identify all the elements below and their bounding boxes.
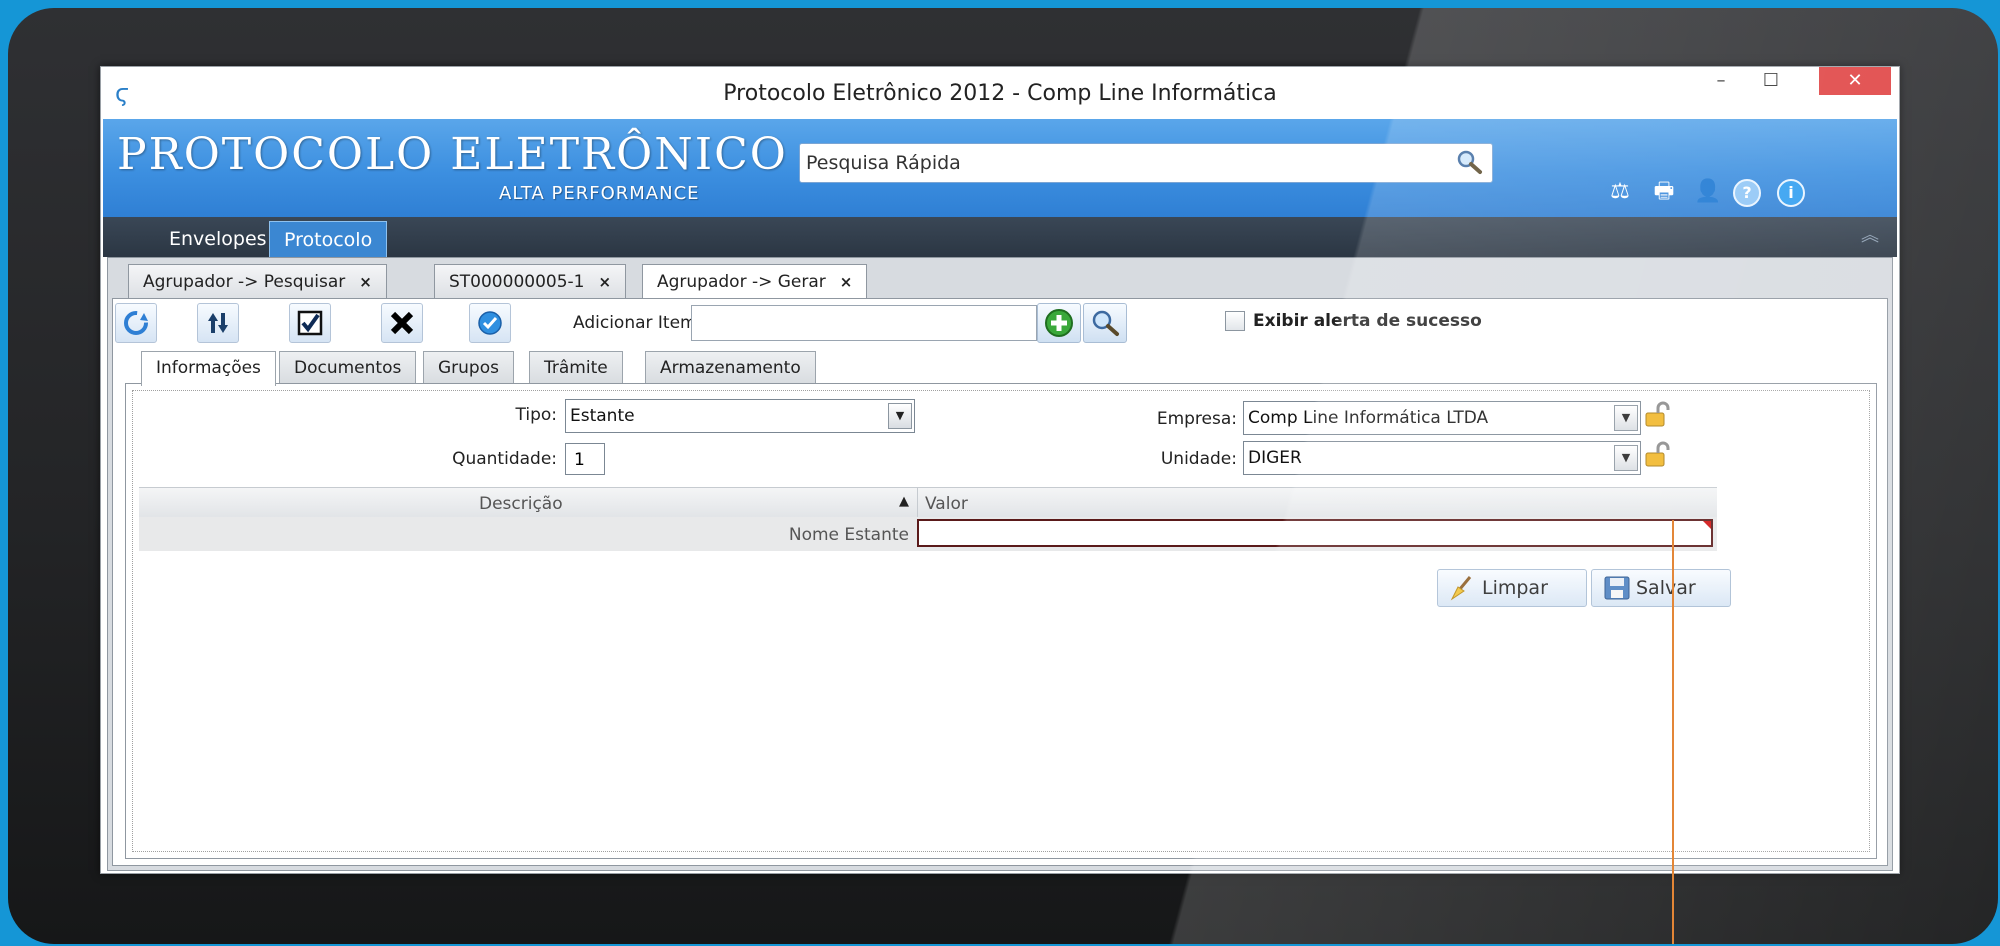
brand-title: Protocolo Eletrônico [117,129,788,180]
cancel-button[interactable] [381,303,423,343]
refresh-button[interactable] [115,303,157,343]
checkbox-checked-icon [297,310,323,336]
tablet-frame: ϛ Protocolo Eletrônico 2012 - Comp Line … [8,8,1998,944]
tab-informacoes[interactable]: Informações [141,351,276,386]
doc-panel: Adicionar Item: Exibir alerta de sucesso… [112,298,1888,866]
doc-tab-label: Agrupador -> Pesquisar [143,272,346,292]
tipo-select[interactable]: Estante ▼ [565,399,915,433]
doc-tab-label: ST000000005-1 [449,272,585,292]
column-header-descricao[interactable]: Descrição [479,494,563,514]
dropdown-arrow-icon[interactable]: ▼ [1614,445,1638,471]
tab-tramite[interactable]: Trâmite [529,351,623,384]
tab-armazenamento[interactable]: Armazenamento [645,351,816,384]
close-tab-icon[interactable]: × [840,273,853,291]
unidade-label: Unidade: [1160,449,1237,469]
tipo-label: Tipo: [515,405,557,425]
broom-icon [1450,576,1472,601]
refresh-icon [124,311,148,335]
maximize-button[interactable]: ☐ [1751,67,1791,95]
title-bar: ϛ Protocolo Eletrônico 2012 - Comp Line … [101,67,1899,119]
app-header: Protocolo Eletrônico ALTA PERFORMANCE ⚖ … [103,119,1897,217]
column-header-valor[interactable]: Valor [925,494,968,514]
close-button[interactable]: ✕ [1819,67,1891,95]
search-icon[interactable] [1454,148,1484,176]
clear-label: Limpar [1482,577,1548,599]
sort-ascending-icon[interactable]: ▲ [899,494,909,509]
column-separator [917,488,918,518]
main-nav: Envelopes Protocolo ︽ [103,217,1897,258]
sort-arrows-icon [208,313,228,333]
close-tab-icon[interactable]: × [598,273,611,291]
unidade-select[interactable]: DIGER ▼ [1243,441,1641,475]
doc-tab-label: Agrupador -> Gerar [657,272,826,292]
required-flag-icon [1703,521,1711,529]
x-icon [390,311,414,335]
form-inner: Tipo: Estante ▼ Quantidade: 1 Empresa: C… [132,390,1870,852]
document-area: Agrupador -> Pesquisar × ST000000005-1 × A… [107,257,1893,871]
close-tab-icon[interactable]: × [359,273,372,291]
search-item-button[interactable] [1083,303,1127,343]
empresa-select[interactable]: Comp Line Informática LTDA ▼ [1243,401,1641,435]
empresa-lock-icon[interactable] [1643,401,1671,429]
callout-line [1672,520,1674,944]
plus-circle-icon [1045,309,1073,337]
add-item-input[interactable] [691,305,1037,341]
window-title: Protocolo Eletrônico 2012 - Comp Line In… [723,81,1277,106]
sort-button[interactable] [197,303,239,343]
doc-tab-agrupador-pesquisar[interactable]: Agrupador -> Pesquisar × [128,264,387,299]
save-label: Salvar [1636,577,1696,599]
tipo-value: Estante [570,406,635,426]
help-icon[interactable]: ? [1733,179,1761,207]
confirm-button[interactable] [289,303,331,343]
show-success-alert-checkbox[interactable] [1225,311,1245,331]
nav-tab-protocolo[interactable]: Protocolo [269,221,388,258]
user-icon[interactable]: 👤 [1693,177,1723,207]
unidade-value: DIGER [1248,448,1302,468]
doc-tab-st000000005[interactable]: ST000000005-1 × [434,264,627,299]
empresa-value: Comp Line Informática LTDA [1248,408,1489,428]
table-row: Nome Estante [139,517,1717,551]
row-description: Nome Estante [788,525,909,545]
clear-button[interactable]: Limpar [1437,569,1587,607]
info-icon[interactable]: i [1777,179,1805,207]
quick-search [799,143,1493,183]
brand-tagline: ALTA PERFORMANCE [499,183,700,204]
doc-tab-agrupador-gerar[interactable]: Agrupador -> Gerar × [642,264,868,301]
dropdown-arrow-icon[interactable]: ▼ [1614,405,1638,431]
quantidade-label: Quantidade: [452,449,557,469]
form-box: Tipo: Estante ▼ Quantidade: 1 Empresa: C… [125,383,1877,859]
search-icon [1092,310,1119,336]
add-item-button[interactable] [1037,303,1081,343]
tab-documentos[interactable]: Documentos [279,351,417,384]
save-button[interactable]: Salvar [1591,569,1731,607]
app-window: ϛ Protocolo Eletrônico 2012 - Comp Line … [100,66,1900,874]
tab-grupos[interactable]: Grupos [423,351,514,384]
printer-icon[interactable]: 🖶 [1649,177,1679,207]
show-success-alert-label: Exibir alerta de sucesso [1253,311,1482,331]
quick-search-input[interactable] [804,148,1428,178]
empresa-label: Empresa: [1156,409,1237,429]
minimize-button[interactable]: – [1701,67,1741,95]
nome-estante-input[interactable] [917,519,1713,547]
quantidade-input[interactable]: 1 [565,443,605,475]
approve-button[interactable] [469,303,511,343]
unidade-lock-icon[interactable] [1643,441,1671,469]
scales-icon[interactable]: ⚖ [1605,177,1635,207]
property-grid-header: Descrição ▲ Valor [139,487,1717,519]
floppy-disk-icon [1604,576,1630,600]
collapse-icon[interactable]: ︽ [1861,221,1879,247]
check-circle-icon [478,311,502,335]
add-item-label: Adicionar Item: [573,313,703,333]
nav-tab-envelopes[interactable]: Envelopes [155,221,281,257]
dropdown-arrow-icon[interactable]: ▼ [888,403,912,429]
